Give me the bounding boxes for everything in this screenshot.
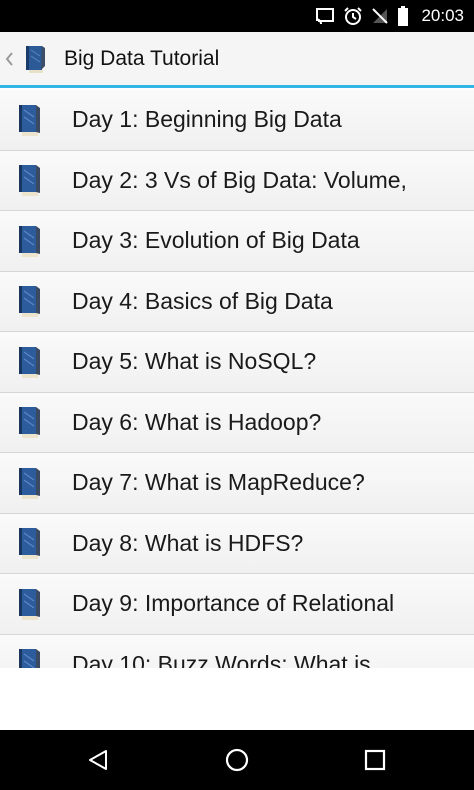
list-item-label: Day 6: What is Hadoop?	[72, 408, 322, 435]
list-item[interactable]: Day 7: What is MapReduce?	[0, 453, 474, 514]
list-item[interactable]: Day 9: Importance of Relational	[0, 574, 474, 635]
list-item-label: Day 8: What is HDFS?	[72, 529, 304, 556]
book-icon	[14, 224, 44, 258]
page-title: Big Data Tutorial	[64, 46, 220, 70]
status-icons: 20:03	[315, 0, 464, 32]
status-time: 20:03	[421, 6, 464, 25]
back-icon[interactable]	[58, 730, 138, 790]
list-item[interactable]: Day 3: Evolution of Big Data	[0, 211, 474, 272]
list-item-label: Day 7: What is MapReduce?	[72, 469, 365, 496]
book-icon	[14, 466, 44, 500]
list-item-label: Day 1: Beginning Big Data	[72, 106, 342, 133]
list-item-label: Day 2: 3 Vs of Big Data: Volume,	[72, 166, 407, 193]
list-item[interactable]: Day 10: Buzz Words: What is	[0, 634, 474, 668]
book-icon	[14, 647, 44, 668]
navigation-bar	[0, 730, 474, 790]
book-icon	[14, 345, 44, 379]
list-item-label: Day 9: Importance of Relational	[72, 590, 395, 617]
list-item-label: Day 4: Basics of Big Data	[72, 287, 333, 314]
chapter-list: Day 1: Beginning Big Data Day 2: 3 Vs of…	[0, 90, 474, 668]
home-icon[interactable]	[197, 730, 277, 790]
list-item-label: Day 3: Evolution of Big Data	[72, 227, 360, 254]
alarm-icon	[343, 6, 363, 26]
list-item-label: Day 10: Buzz Words: What is	[72, 650, 371, 668]
status-bar: 20:03	[0, 0, 474, 32]
blank-area	[0, 668, 474, 730]
cast-icon	[315, 8, 335, 24]
list-item[interactable]: Day 2: 3 Vs of Big Data: Volume,	[0, 150, 474, 211]
list-item[interactable]: Day 8: What is HDFS?	[0, 513, 474, 574]
book-icon	[14, 284, 44, 318]
no-signal-icon	[371, 7, 389, 25]
list-item-label: Day 5: What is NoSQL?	[72, 348, 317, 375]
screen: 20:03 Big Data Tutorial Day 1: Beginning…	[0, 0, 474, 790]
list-item[interactable]: Day 6: What is Hadoop?	[0, 392, 474, 453]
book-icon	[14, 103, 44, 137]
battery-icon	[397, 6, 409, 26]
book-icon[interactable]	[20, 44, 48, 74]
book-icon	[14, 526, 44, 560]
list-item[interactable]: Day 1: Beginning Big Data	[0, 90, 474, 151]
book-icon	[14, 587, 44, 621]
chevron-left-icon[interactable]	[4, 49, 14, 69]
list-item[interactable]: Day 4: Basics of Big Data	[0, 271, 474, 332]
book-icon	[14, 163, 44, 197]
recents-icon[interactable]	[335, 730, 415, 790]
book-icon	[14, 405, 44, 439]
action-bar: Big Data Tutorial	[0, 32, 474, 88]
list-item[interactable]: Day 5: What is NoSQL?	[0, 332, 474, 393]
